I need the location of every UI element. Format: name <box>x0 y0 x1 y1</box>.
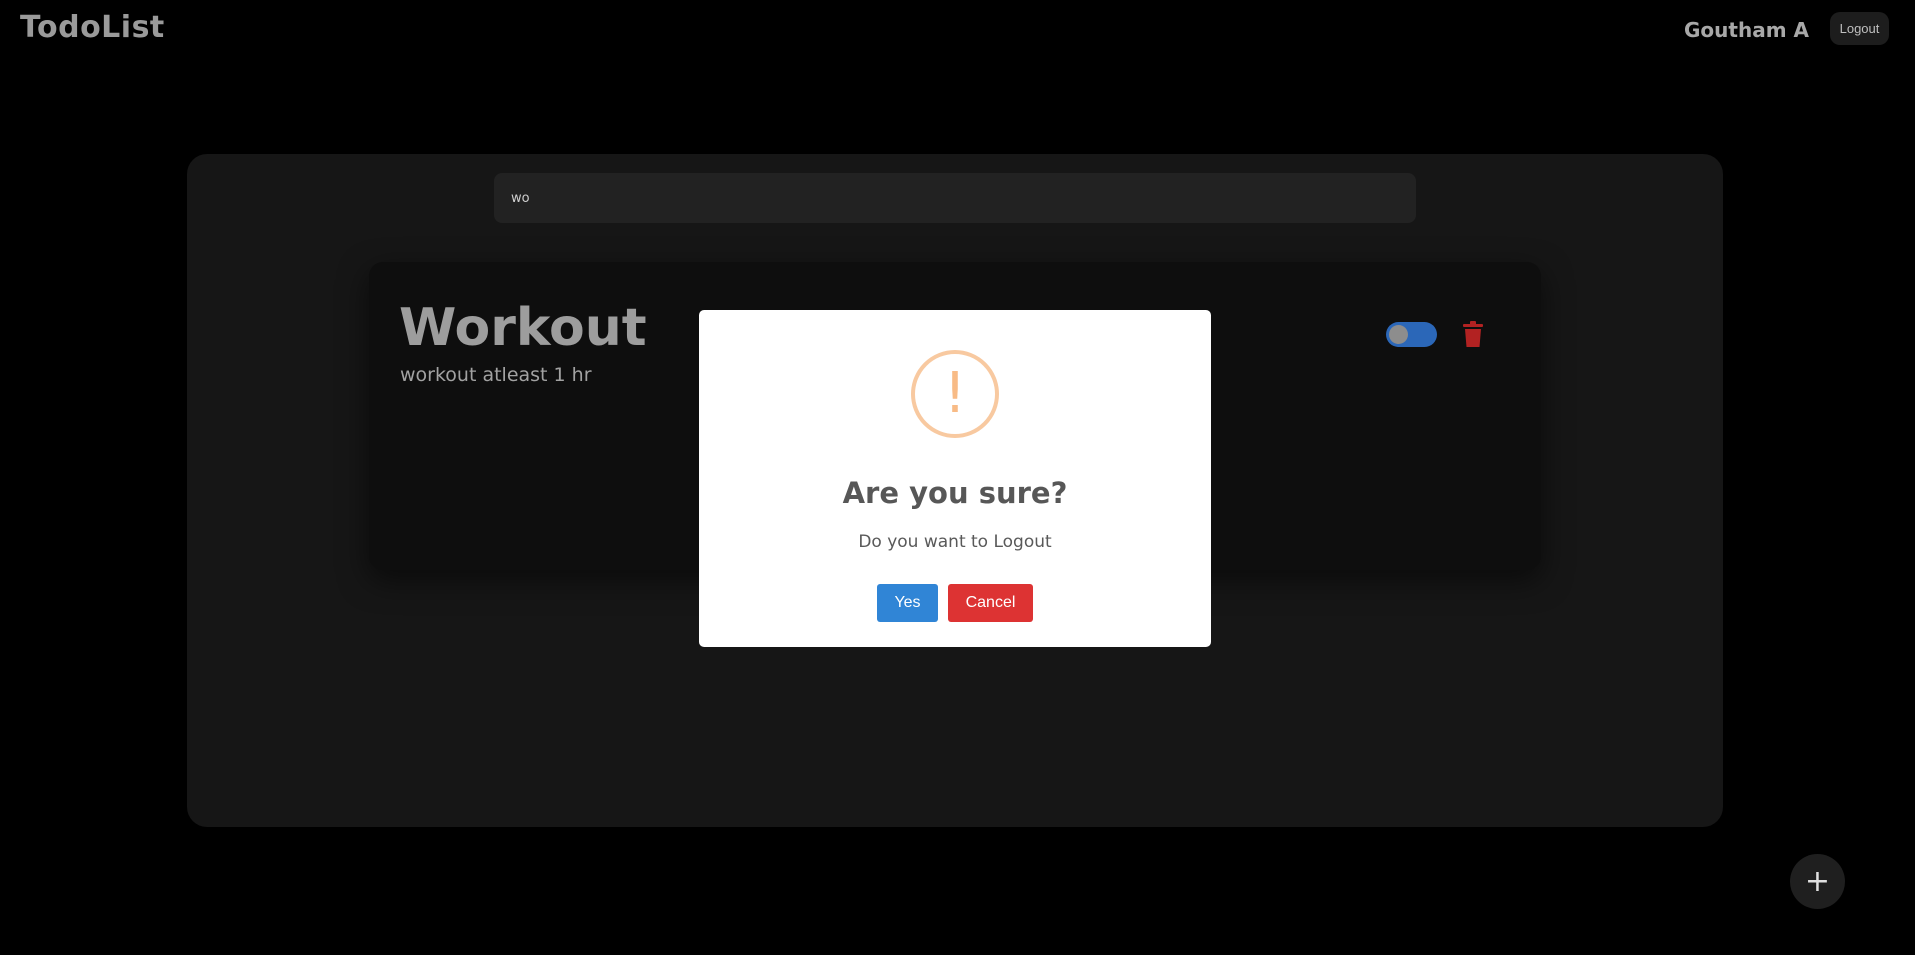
confirm-button[interactable]: Yes <box>877 584 938 622</box>
warning-icon: ! <box>911 350 999 438</box>
dialog-title: Are you sure? <box>842 476 1068 510</box>
cancel-button[interactable]: Cancel <box>948 584 1033 622</box>
modal-overlay: ! Are you sure? Do you want to Logout Ye… <box>0 0 1915 955</box>
confirm-dialog: ! Are you sure? Do you want to Logout Ye… <box>699 310 1211 647</box>
dialog-text: Do you want to Logout <box>858 532 1052 552</box>
add-todo-button[interactable]: + <box>1790 854 1845 909</box>
